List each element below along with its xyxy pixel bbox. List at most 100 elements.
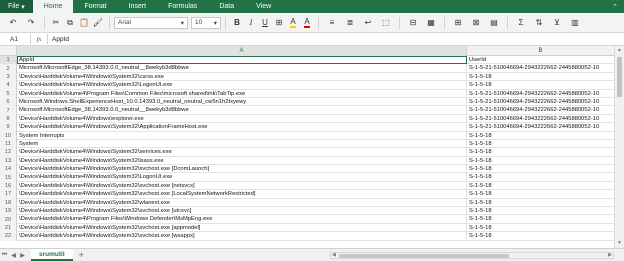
- cell-userid[interactable]: S-1-5-21-510046694-2943222662-2445880052…: [467, 98, 614, 106]
- bold-button[interactable]: B: [230, 16, 244, 30]
- horizontal-align-icon[interactable]: ≡: [323, 16, 341, 30]
- row-header[interactable]: 15: [0, 173, 17, 182]
- row-header[interactable]: 4: [0, 81, 17, 90]
- font-name-select[interactable]: Arial ▾: [114, 16, 188, 29]
- borders-icon[interactable]: ⊞: [272, 16, 286, 30]
- cell-appid[interactable]: \Device\HarddiskVolume4\Windows\System32…: [17, 148, 467, 157]
- vertical-scrollbar[interactable]: ▲ ▼: [614, 46, 624, 248]
- cell-userid[interactable]: S-1-5-18: [467, 165, 614, 173]
- cell-appid[interactable]: \Device\HarddiskVolume4\Windows\System32…: [17, 165, 467, 174]
- cell-appid[interactable]: \Device\HarddiskVolume4\Windows\System32…: [17, 232, 467, 241]
- paste-icon[interactable]: 📋: [77, 16, 91, 30]
- tab-view[interactable]: View: [245, 0, 282, 13]
- tab-format[interactable]: Format: [73, 0, 117, 13]
- cell-appid[interactable]: \Device\HarddiskVolume4\Windows\System32…: [17, 190, 467, 199]
- row-header[interactable]: 16: [0, 181, 17, 191]
- row-header[interactable]: 12: [0, 148, 17, 157]
- filter-icon[interactable]: ⊻: [548, 16, 566, 30]
- cell-userid[interactable]: S-1-5-18: [467, 73, 614, 81]
- row-header[interactable]: 7: [0, 106, 17, 115]
- cell-appid[interactable]: \Device\HarddiskVolume4\Windows\System32…: [17, 198, 467, 208]
- column-header-b[interactable]: B: [467, 46, 614, 56]
- cell-appid[interactable]: \Device\HarddiskVolume4\Windows\System32…: [17, 207, 467, 216]
- cell-appid[interactable]: System Interrupts: [17, 131, 467, 140]
- scroll-down-icon[interactable]: ▼: [615, 239, 624, 248]
- row-header[interactable]: 14: [0, 165, 17, 174]
- fill-color-button[interactable]: A: [286, 16, 300, 30]
- sort-icon[interactable]: ⇅: [530, 16, 548, 30]
- cell-userid[interactable]: S-1-5-18: [467, 81, 614, 89]
- collapse-ribbon-icon[interactable]: ⌃: [606, 0, 624, 13]
- cell-userid[interactable]: S-1-5-18: [467, 190, 614, 198]
- tab-formulas[interactable]: Formulas: [157, 0, 208, 13]
- first-sheet-icon[interactable]: ⏮: [0, 252, 9, 259]
- delete-cells-icon[interactable]: ⊠: [467, 16, 485, 30]
- vertical-scroll-thumb[interactable]: [617, 57, 622, 97]
- wrap-text-icon[interactable]: ↩: [359, 16, 377, 30]
- cell-appid[interactable]: System: [17, 139, 467, 149]
- cell-appid[interactable]: \Device\HarddiskVolume4\Windows\System32…: [17, 123, 467, 132]
- name-box[interactable]: A1: [0, 36, 30, 43]
- insert-function-icon[interactable]: fx: [31, 36, 47, 43]
- row-header[interactable]: 10: [0, 131, 17, 140]
- select-all-corner[interactable]: [0, 46, 17, 56]
- copy-icon[interactable]: ⧉: [63, 16, 77, 30]
- cell-userid[interactable]: S-1-5-21-510046694-2943222662-2445880052…: [467, 123, 614, 131]
- cell-userid[interactable]: UserId: [467, 56, 614, 64]
- cell-userid[interactable]: S-1-5-18: [467, 148, 614, 156]
- conditional-format-icon[interactable]: ▦: [422, 16, 440, 30]
- underline-button[interactable]: U: [258, 16, 272, 30]
- row-header[interactable]: 20: [0, 215, 17, 224]
- row-header[interactable]: 18: [0, 198, 17, 208]
- next-sheet-icon[interactable]: ▶: [18, 252, 27, 259]
- scroll-up-icon[interactable]: ▲: [615, 46, 624, 55]
- horizontal-scroll-thumb[interactable]: [339, 254, 509, 258]
- cell-userid[interactable]: S-1-5-21-510046694-2943222662-2445880052…: [467, 90, 614, 98]
- cell-userid[interactable]: S-1-5-18: [467, 224, 614, 232]
- cell-userid[interactable]: S-1-5-21-510046694-2943222662-2445880052…: [467, 115, 614, 123]
- number-format-icon[interactable]: ⊟: [404, 16, 422, 30]
- cell-appid[interactable]: \Device\HarddiskVolume4\Windows\System32…: [17, 156, 467, 166]
- format-cells-icon[interactable]: ▤: [485, 16, 503, 30]
- tab-home[interactable]: Home: [32, 0, 74, 13]
- cell-userid[interactable]: S-1-5-18: [467, 157, 614, 165]
- tab-file[interactable]: File ▾: [0, 0, 33, 13]
- font-color-button[interactable]: A: [300, 16, 314, 30]
- tab-insert[interactable]: Insert: [118, 0, 158, 13]
- undo-icon[interactable]: ↶: [4, 16, 22, 30]
- add-sheet-button[interactable]: +: [79, 250, 84, 260]
- scroll-right-icon[interactable]: ▶: [608, 252, 612, 258]
- cell-userid[interactable]: S-1-5-21-510046694-2943222662-2445880052…: [467, 106, 614, 114]
- row-header[interactable]: 2: [0, 64, 17, 73]
- cell-appid[interactable]: \Device\HarddiskVolume4\Windows\System32…: [17, 72, 467, 82]
- cell-appid[interactable]: AppId: [17, 56, 467, 65]
- cell-appid[interactable]: Microsoft.MicrosoftEdge_38.14393.0.0_neu…: [17, 106, 467, 115]
- cell-userid[interactable]: S-1-5-18: [467, 199, 614, 207]
- cell-appid[interactable]: \Device\HarddiskVolume4\Program Files\Co…: [17, 89, 467, 98]
- row-header[interactable]: 13: [0, 156, 17, 166]
- scroll-left-icon[interactable]: ◀: [332, 252, 336, 258]
- freeze-panes-icon[interactable]: ▥: [566, 16, 584, 30]
- row-header[interactable]: 5: [0, 89, 17, 98]
- column-header-a[interactable]: A: [17, 46, 467, 56]
- cell-appid[interactable]: \Device\HarddiskVolume4\Windows\System32…: [17, 181, 467, 191]
- row-header[interactable]: 8: [0, 114, 17, 124]
- vertical-align-icon[interactable]: ≣: [341, 16, 359, 30]
- format-painter-icon[interactable]: 🖌: [91, 16, 105, 30]
- sum-icon[interactable]: Σ: [512, 16, 530, 30]
- row-header[interactable]: 19: [0, 207, 17, 216]
- cell-appid[interactable]: \Device\HarddiskVolume4\Windows\System32…: [17, 223, 467, 233]
- cell-userid[interactable]: S-1-5-18: [467, 173, 614, 181]
- cell-appid[interactable]: \Device\HarddiskVolume4\Windows\explorer…: [17, 114, 467, 124]
- row-header[interactable]: 21: [0, 223, 17, 233]
- prev-sheet-icon[interactable]: ◀: [9, 252, 18, 259]
- row-header[interactable]: 17: [0, 190, 17, 199]
- cell-appid[interactable]: Microsoft.MicrosoftEdge_38.14393.0.0_neu…: [17, 64, 467, 73]
- cell-userid[interactable]: S-1-5-18: [467, 182, 614, 190]
- tab-data[interactable]: Data: [208, 0, 245, 13]
- row-header[interactable]: 3: [0, 72, 17, 82]
- horizontal-scrollbar[interactable]: ◀ ▶: [330, 252, 614, 259]
- cell-userid[interactable]: S-1-5-18: [467, 207, 614, 215]
- cell-appid[interactable]: \Device\HarddiskVolume4\Windows\System32…: [17, 81, 467, 90]
- cell-appid[interactable]: Microsoft.Windows.ShellExperienceHost_10…: [17, 97, 467, 107]
